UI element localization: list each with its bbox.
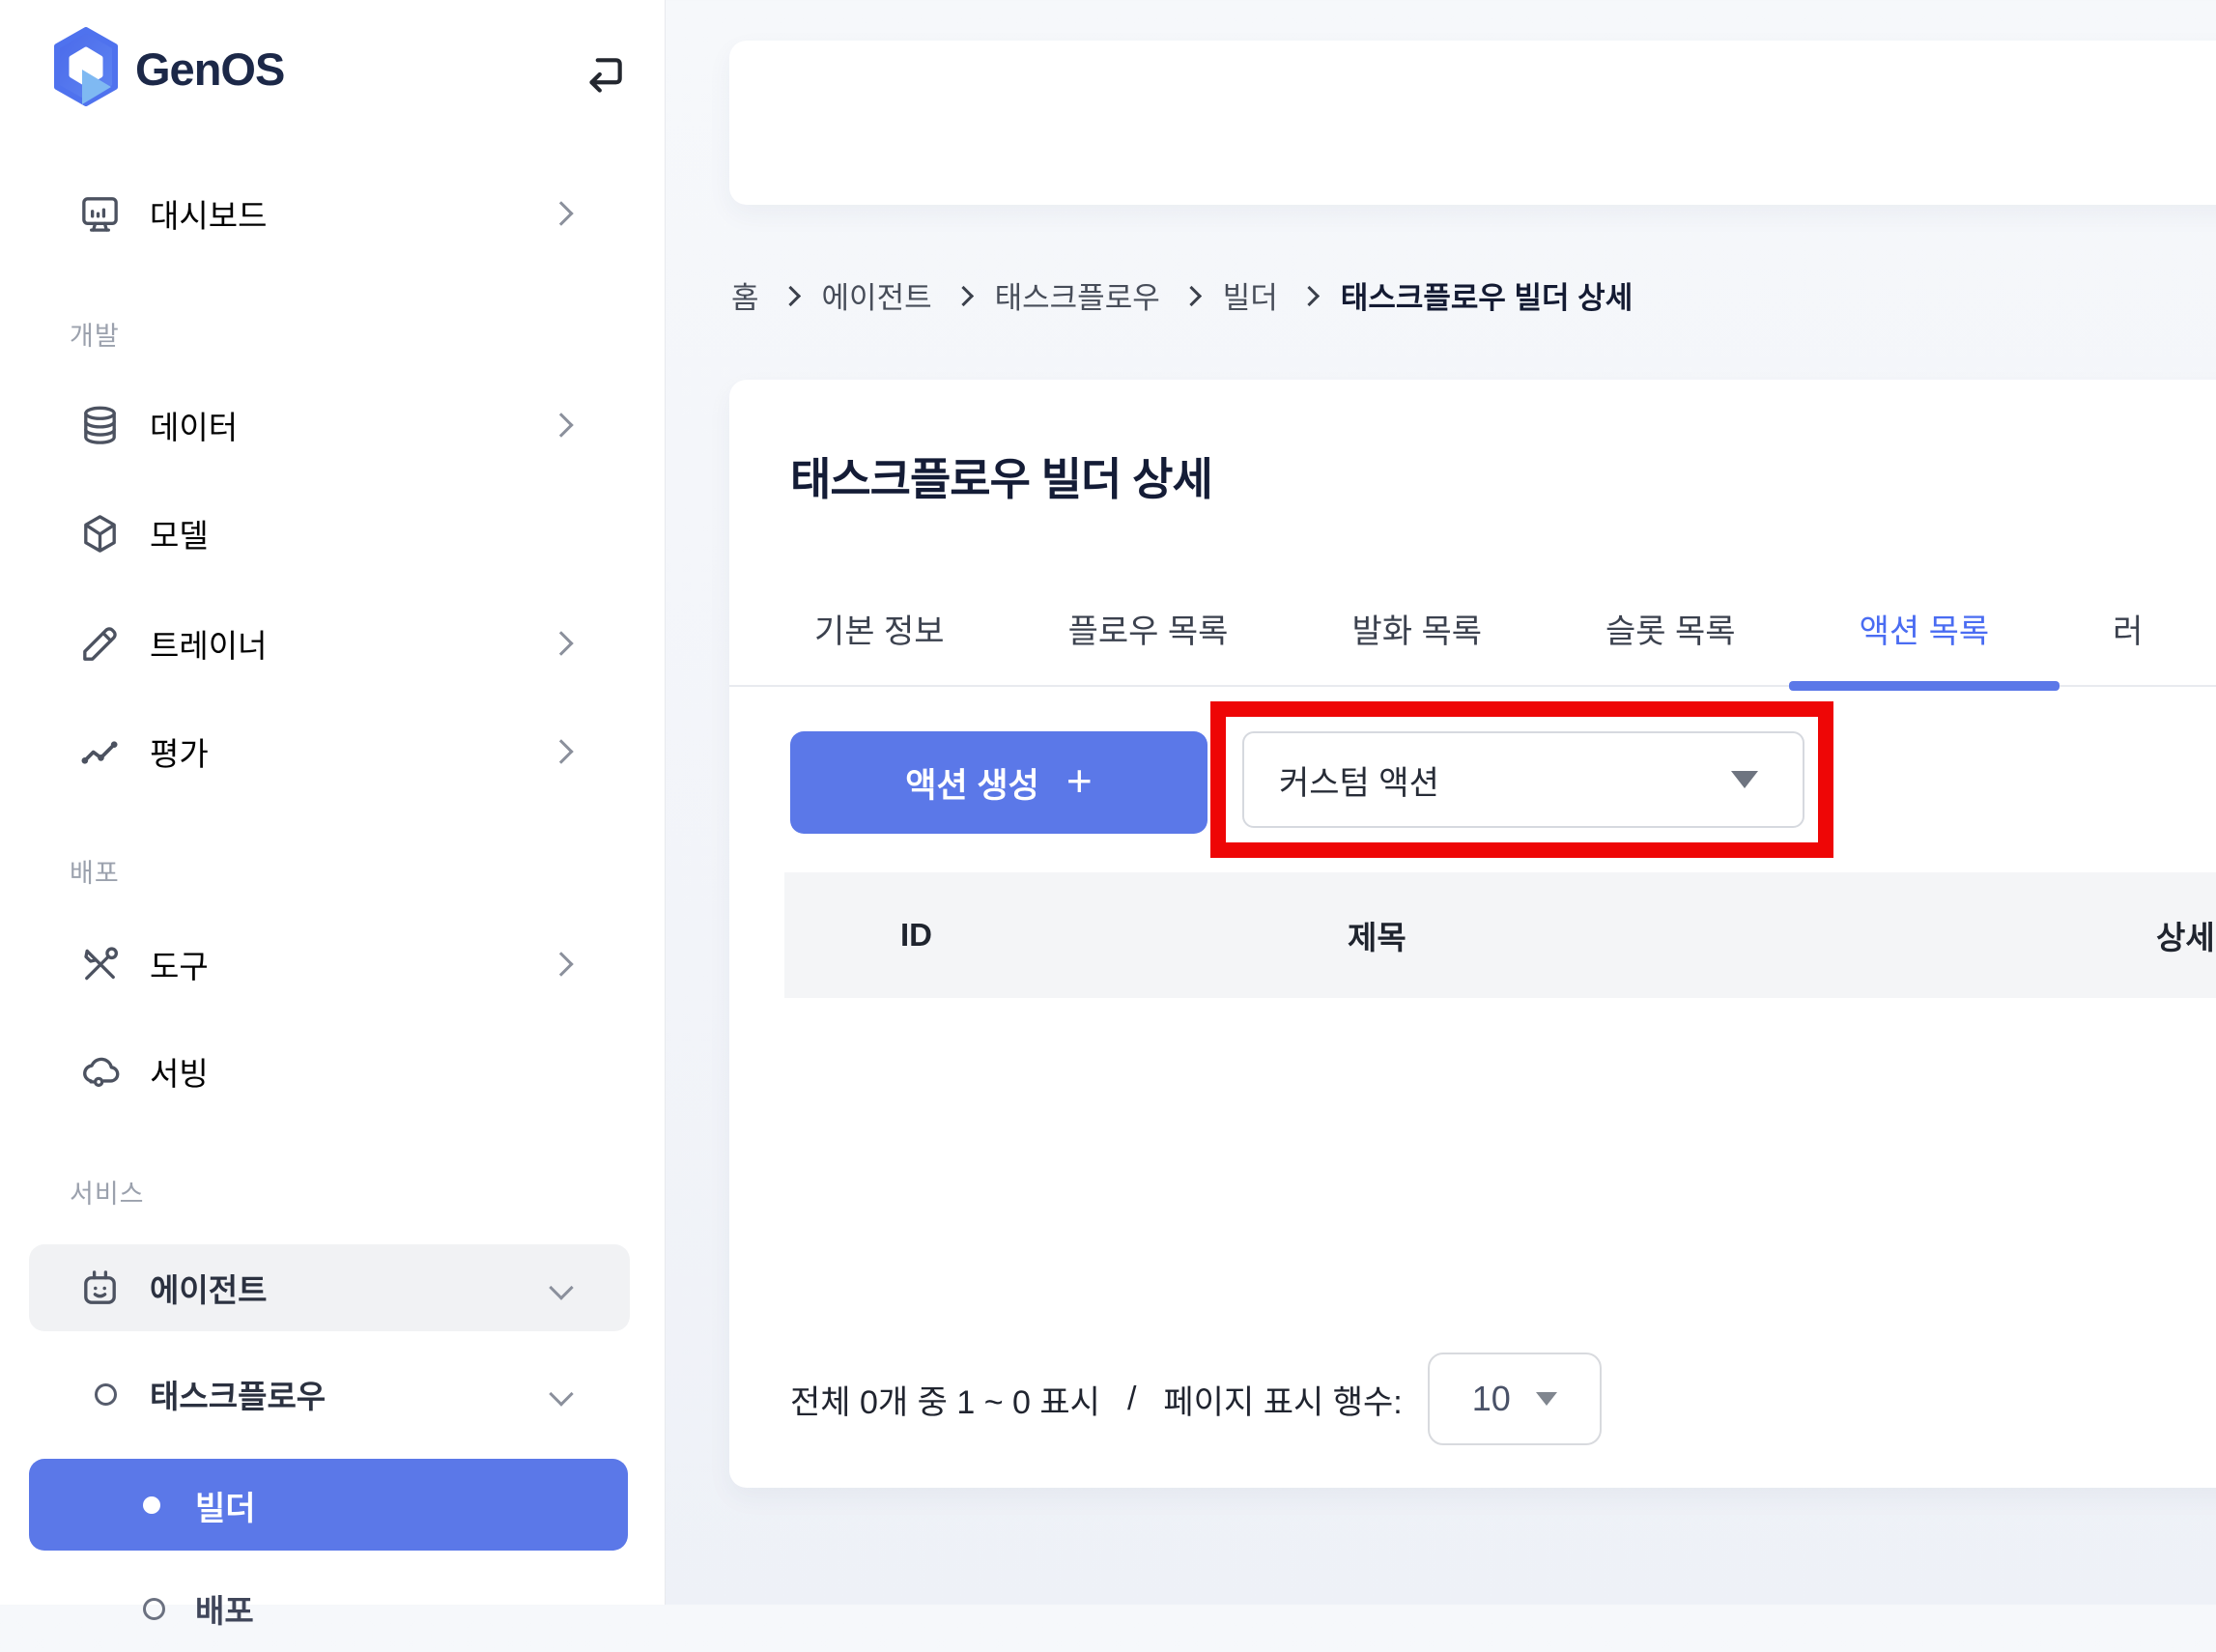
tab-slot-list[interactable]: 슬롯 목록 — [1605, 571, 1736, 685]
cloud-icon — [77, 1049, 123, 1095]
action-type-dropdown[interactable]: 커스텀 액션 — [1242, 731, 1804, 828]
bullet-circle-icon — [143, 1598, 165, 1620]
chevron-down-icon — [549, 1381, 573, 1406]
brand-name: GenOS — [135, 43, 284, 96]
column-header-title: 제목 — [1348, 872, 1406, 998]
breadcrumb: 홈 에이전트 태스크플로우 빌더 태스크플로우 빌더 상세 — [731, 272, 1633, 317]
pencil-icon — [77, 621, 123, 667]
sidebar-item-tools[interactable]: 도구 — [29, 921, 630, 1008]
rows-per-page-select[interactable]: 10 — [1428, 1353, 1602, 1445]
chevron-right-icon — [549, 952, 573, 976]
breadcrumb-agent[interactable]: 에이전트 — [822, 273, 932, 317]
rows-per-page-value: 10 — [1472, 1379, 1511, 1419]
tab-partial-clipped[interactable]: 러 — [2113, 571, 2143, 685]
sidebar-item-label: 모델 — [150, 510, 209, 556]
tab-action-list-active[interactable]: 액션 목록 — [1860, 571, 1990, 685]
sidebar-item-label: 에이전트 — [150, 1265, 267, 1311]
sidebar-item-dashboard[interactable]: 대시보드 — [29, 170, 630, 257]
sidebar-collapse-icon[interactable] — [580, 52, 628, 100]
sidebar-item-label: 태스크플로우 — [150, 1371, 326, 1417]
pagination-separator: / — [1127, 1381, 1136, 1418]
chevron-down-icon — [549, 1275, 573, 1299]
tab-bar: 기본 정보 플로우 목록 발화 목록 슬롯 목록 액션 목록 러 — [729, 571, 2216, 687]
sidebar-item-taskflow[interactable]: 태스크플로우 — [29, 1351, 630, 1438]
top-bar-card — [729, 41, 2216, 205]
caret-down-icon — [1731, 771, 1758, 788]
sidebar-item-builder-active[interactable]: 빌더 — [29, 1459, 628, 1551]
action-type-value: 커스텀 액션 — [1279, 756, 1439, 804]
tools-icon — [77, 942, 123, 987]
chevron-right-icon — [1299, 285, 1320, 305]
sidebar-item-label: 대시보드 — [150, 190, 267, 237]
breadcrumb-home[interactable]: 홈 — [731, 273, 759, 317]
chevron-right-icon — [549, 413, 573, 437]
plus-icon: + — [1066, 755, 1093, 807]
sidebar-item-label: 서빙 — [150, 1048, 209, 1095]
sidebar-item-serving[interactable]: 서빙 — [29, 1028, 630, 1115]
page-title: 태스크플로우 빌더 상세 — [790, 444, 1212, 508]
rows-per-page-label: 페이지 표시 행수: — [1163, 1376, 1402, 1423]
column-header-id: ID — [900, 872, 932, 998]
sidebar-item-label: 평가 — [150, 728, 209, 775]
sidebar-section-deploy: 배포 — [70, 852, 120, 890]
chevron-right-icon — [1181, 285, 1202, 305]
chevron-right-icon — [549, 739, 573, 763]
sidebar-item-data[interactable]: 데이터 — [29, 382, 630, 469]
sidebar-item-deploy[interactable]: 배포 — [29, 1565, 630, 1652]
tab-utterance-list[interactable]: 발화 목록 — [1351, 571, 1482, 685]
sidebar-item-label: 배포 — [195, 1585, 254, 1632]
cube-icon — [77, 511, 123, 556]
chevron-right-icon — [953, 285, 974, 305]
chevron-right-icon — [780, 285, 800, 305]
sidebar-item-label: 도구 — [150, 941, 209, 987]
pagination-summary: 전체 0개 중 1 ~ 0 표시 — [790, 1376, 1100, 1423]
create-action-label: 액션 생성 — [905, 758, 1039, 808]
table-header-row: ID 제목 상세 — [784, 872, 2216, 998]
chevron-right-icon — [549, 631, 573, 655]
sidebar-item-label: 데이터 — [150, 402, 238, 448]
sidebar-item-evaluation[interactable]: 평가 — [29, 708, 630, 795]
column-header-detail: 상세 — [2156, 872, 2215, 998]
sidebar-section-service: 서비스 — [70, 1173, 145, 1211]
detail-card: 태스크플로우 빌더 상세 기본 정보 플로우 목록 발화 목록 슬롯 목록 액션… — [729, 380, 2216, 1488]
sidebar: GenOS 대시보드 개발 데이터 — [0, 0, 666, 1605]
database-icon — [77, 403, 123, 448]
create-action-button[interactable]: 액션 생성 + — [790, 731, 1207, 834]
tab-basic-info[interactable]: 기본 정보 — [814, 571, 945, 685]
agent-robot-icon — [77, 1266, 123, 1311]
sidebar-section-dev: 개발 — [70, 315, 120, 353]
breadcrumb-builder[interactable]: 빌더 — [1223, 273, 1278, 317]
sidebar-item-agent[interactable]: 에이전트 — [29, 1244, 630, 1331]
dashboard-icon — [77, 191, 123, 237]
genos-logo-icon — [52, 27, 120, 108]
pagination-bar: 전체 0개 중 1 ~ 0 표시 / 페이지 표시 행수: 10 — [790, 1341, 1602, 1457]
breadcrumb-taskflow[interactable]: 태스크플로우 — [995, 273, 1160, 317]
bullet-dot-icon — [143, 1496, 160, 1514]
chevron-right-icon — [549, 201, 573, 225]
sidebar-item-trainer[interactable]: 트레이너 — [29, 600, 630, 687]
tab-flow-list[interactable]: 플로우 목록 — [1068, 571, 1229, 685]
caret-down-icon — [1536, 1392, 1557, 1406]
sidebar-item-label: 빌더 — [195, 1482, 256, 1529]
breadcrumb-current: 태스크플로우 빌더 상세 — [1341, 273, 1633, 317]
bullet-circle-icon — [95, 1383, 117, 1406]
sidebar-item-label: 트레이너 — [150, 620, 267, 667]
trend-line-icon — [77, 729, 123, 775]
sidebar-item-model[interactable]: 모델 — [29, 490, 630, 577]
